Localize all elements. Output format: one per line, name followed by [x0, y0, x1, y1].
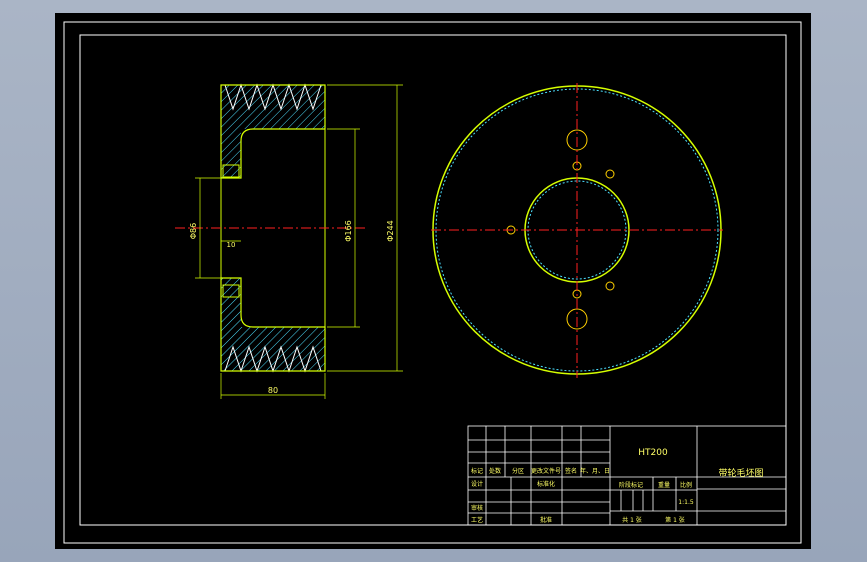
drawing-canvas[interactable]: Φ244 Φ166 Φ86 10 80 HT200 带轮毛坯图 标记 处数 分区…	[55, 13, 811, 549]
drawing-svg: Φ244 Φ166 Φ86 10 80 HT200 带轮毛坯图 标记 处数 分区…	[63, 21, 802, 544]
tb-process: 工艺	[471, 516, 483, 524]
tb-change-doc: 更改文件号	[531, 467, 561, 475]
tb-weight: 重量	[658, 481, 670, 489]
tb-ratio: 比例	[680, 481, 692, 489]
material-text: HT200	[638, 448, 668, 458]
tb-sheet-total: 共 1 张	[622, 516, 642, 524]
tb-review: 审核	[471, 504, 483, 512]
rim-bottom-hatch	[221, 327, 325, 371]
hole-lower-right	[605, 281, 615, 291]
tb-count: 处数	[489, 467, 501, 475]
dim-bore-text: Φ166	[344, 220, 353, 242]
hole-upper-right	[605, 169, 615, 179]
inner-frame	[79, 34, 787, 526]
tb-mark: 标记	[471, 467, 483, 475]
tb-signature: 签名	[565, 467, 577, 475]
dim-width-text: 80	[268, 386, 278, 395]
dim-overall-text: Φ244	[386, 220, 395, 242]
dim-hub-text: Φ86	[189, 223, 198, 239]
title-block-text: HT200 带轮毛坯图 标记 处数 分区 更改文件号 签名 年、月、日 设计 标…	[471, 448, 764, 524]
dim-offset-text: 10	[227, 241, 236, 249]
rim-top-hatch	[221, 85, 325, 129]
tb-standardize: 标准化	[537, 480, 555, 488]
tb-design: 设计	[471, 480, 483, 488]
tb-stage-mark: 阶段标记	[619, 481, 643, 489]
tb-sheet-no: 第 1 张	[665, 516, 685, 524]
tb-zone: 分区	[512, 467, 524, 475]
drawing-title: 带轮毛坯图	[718, 467, 763, 479]
tb-approve: 批准	[540, 516, 552, 524]
cad-viewport[interactable]: Φ244 Φ166 Φ86 10 80 HT200 带轮毛坯图 标记 处数 分区…	[0, 0, 867, 562]
tb-date: 年、月、日	[580, 467, 610, 475]
outer-frame	[63, 21, 802, 544]
front-view	[431, 83, 723, 378]
section-view: Φ244 Φ166 Φ86 10 80	[175, 83, 403, 399]
tb-scale: 1:1.5	[678, 499, 694, 506]
